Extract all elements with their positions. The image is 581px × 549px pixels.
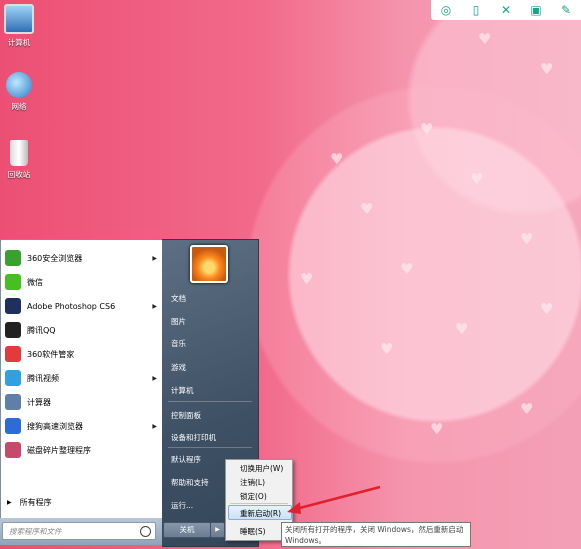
program-icon [5,250,21,266]
program-item[interactable]: 磁盘碎片整理程序 [1,438,163,462]
submenu-separator [230,503,288,504]
program-icon [5,322,21,338]
submenu-arrow-icon: ▶ [152,422,157,430]
start-menu-link[interactable]: 文档 [171,293,186,304]
program-label: Adobe Photoshop CS6 [27,301,116,311]
start-menu-link[interactable]: 设备和打印机 [171,432,216,443]
start-menu-link[interactable]: 计算机 [171,385,194,396]
program-label: 360安全浏览器 [27,253,83,263]
desktop-icon-label: 网络 [11,102,27,111]
program-icon [5,370,21,386]
program-label: 360软件管家 [27,349,75,359]
program-label: 计算器 [27,397,51,407]
start-menu-link[interactable]: 运行... [171,500,193,511]
program-item[interactable]: 计算器 [1,390,163,414]
program-icon [5,394,21,410]
program-item[interactable]: 微信 [1,270,163,294]
search-input[interactable]: 搜索程序和文件 [2,522,156,540]
submenu-arrow-icon: ▶ [152,254,157,262]
shutdown-option[interactable]: 锁定(O) [240,491,267,502]
shutdown-button[interactable]: 关机 [163,522,211,538]
start-menu-programs: 360安全浏览器 ▶ 微信 Adobe Photoshop CS6 ▶ 腾讯QQ 360软件… [0,239,164,524]
start-menu-link[interactable]: 控制面板 [171,410,201,421]
arrow-shaft [295,485,381,511]
edit-icon[interactable]: ✎ [555,0,577,20]
start-menu-link[interactable]: 帮助和支持 [171,477,209,488]
desktop-icon-label: 回收站 [7,170,31,179]
menu-separator [168,447,252,448]
menu-separator [168,401,252,402]
submenu-arrow-icon: ▶ [152,374,157,382]
shutdown-option[interactable]: 重新启动(R) [240,508,281,519]
program-item[interactable]: Adobe Photoshop CS6 ▶ [1,294,163,318]
desktop-icon-label: 计算机 [7,38,31,47]
start-menu-link[interactable]: 游戏 [171,362,186,373]
top-toolbar: ◎ ▯ ✕ ▣ ✎ [431,0,581,20]
program-label: 腾讯视频 [27,373,59,383]
shutdown-options-arrow[interactable]: ▶ [210,522,225,538]
program-icon [5,442,21,458]
scan-icon[interactable]: ◎ [435,0,457,20]
program-icon [5,418,21,434]
program-icon [5,346,21,362]
right-arrow-icon: ▶ [7,499,12,506]
save-icon[interactable]: ▣ [525,0,547,20]
program-item[interactable]: 腾讯视频 ▶ [1,366,163,390]
start-menu-link[interactable]: 音乐 [171,338,186,349]
desktop-icon-recycle-bin[interactable]: 回收站 [2,140,36,180]
phone-icon[interactable]: ▯ [465,0,487,20]
program-icon [5,274,21,290]
user-avatar[interactable] [190,245,228,283]
restart-tooltip: 关闭所有打开的程序，关闭 Windows，然后重新启动 Windows。 [281,522,471,547]
shutdown-option[interactable]: 注销(L) [240,477,265,488]
shutdown-option[interactable]: 切换用户(W) [240,463,283,474]
start-menu-link[interactable]: 默认程序 [171,454,201,465]
program-item[interactable]: 腾讯QQ [1,318,163,342]
start-menu-link[interactable]: 图片 [171,316,186,327]
network-icon [6,72,32,98]
program-label: 微信 [27,277,43,287]
expand-icon[interactable]: ✕ [495,0,517,20]
recycle-bin-icon [10,140,28,166]
shutdown-option[interactable]: 睡眠(S) [240,526,266,537]
program-label: 搜狗高速浏览器 [27,421,83,431]
all-programs[interactable]: ▶ 所有程序 [1,497,163,508]
program-label: 腾讯QQ [27,325,56,335]
program-label: 磁盘碎片整理程序 [27,445,91,455]
desktop-icon-network[interactable]: 网络 [2,72,36,112]
computer-icon [4,4,34,34]
program-item[interactable]: 搜狗高速浏览器 ▶ [1,414,163,438]
desktop-icon-computer[interactable]: 计算机 [2,4,36,48]
search-icon [140,526,151,537]
program-item[interactable]: 360安全浏览器 ▶ [1,246,163,270]
program-item[interactable]: 360软件管家 [1,342,163,366]
submenu-arrow-icon: ▶ [152,302,157,310]
program-icon [5,298,21,314]
desktop: { "desktop": { "icons": [ {"label": "计算机… [0,0,581,549]
